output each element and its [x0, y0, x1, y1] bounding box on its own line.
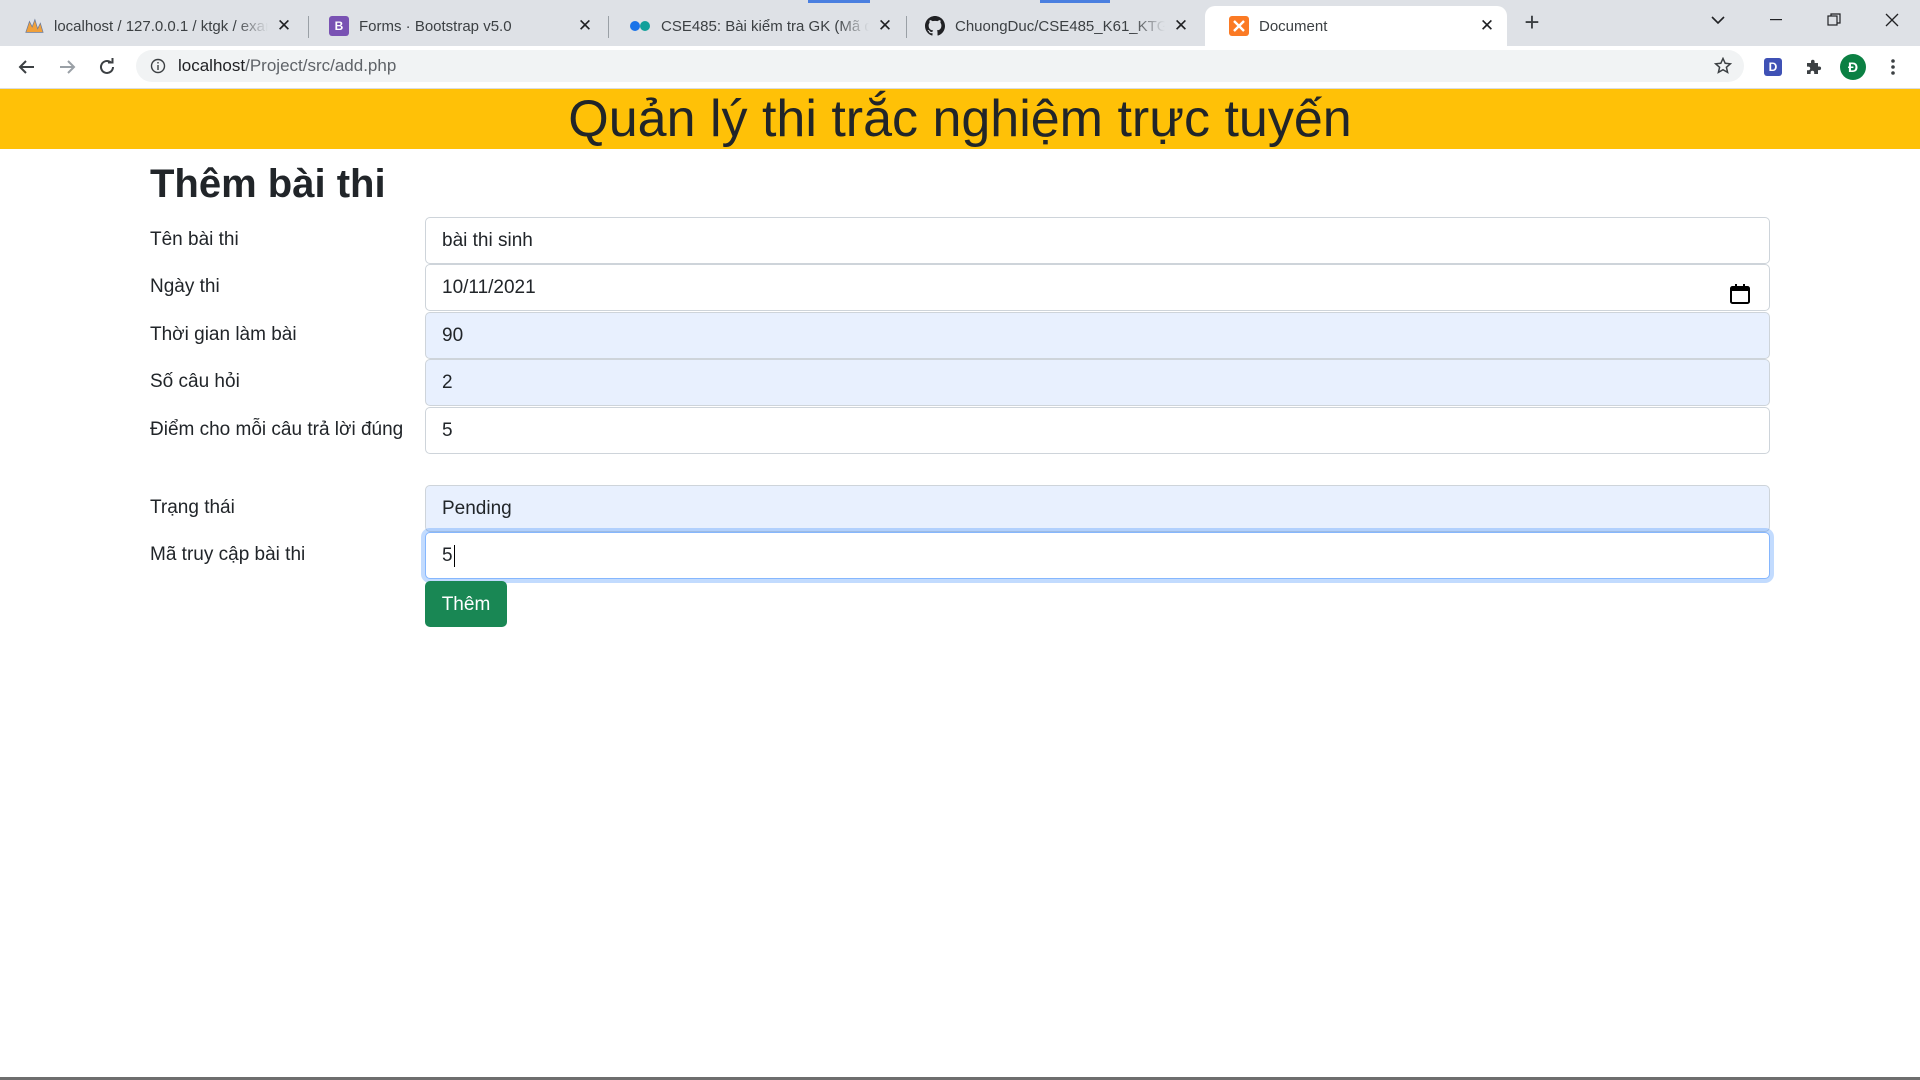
extensions-puzzle-icon[interactable] — [1798, 52, 1828, 82]
tab-cse485-exam[interactable]: CSE485: Bài kiểm tra GK (Mã đề 0 ✕ — [605, 6, 905, 46]
profile-avatar[interactable]: Đ — [1838, 52, 1868, 82]
url-host: localhost — [178, 56, 246, 75]
back-button[interactable] — [12, 52, 42, 82]
duration-input[interactable]: 90 — [425, 312, 1770, 359]
exam-name-label: Tên bài thi — [150, 229, 239, 250]
tab-bootstrap-forms[interactable]: B Forms · Bootstrap v5.0 ✕ — [305, 6, 605, 46]
xampp-icon — [1229, 16, 1249, 36]
close-icon[interactable]: ✕ — [1171, 16, 1191, 36]
tab-github-repo[interactable]: ChuongDuc/CSE485_K61_KTGK_1 ✕ — [901, 6, 1201, 46]
question-count-input[interactable]: 2 — [425, 359, 1770, 406]
question-count-label: Số câu hỏi — [150, 371, 240, 392]
browser-menu-icon[interactable] — [1878, 52, 1908, 82]
exam-date-label: Ngày thi — [150, 276, 220, 297]
points-label: Điểm cho mỗi câu trả lời đúng — [150, 419, 404, 440]
bookmark-star-icon[interactable] — [1714, 57, 1732, 75]
phpmyadmin-icon — [24, 16, 44, 36]
tab-loading-indicator — [808, 0, 870, 3]
address-bar[interactable]: localhost/Project/src/add.php — [136, 50, 1744, 82]
status-label: Trạng thái — [150, 497, 235, 518]
extension-d-badge: D — [1764, 58, 1782, 76]
tab-loading-indicator — [1040, 0, 1110, 3]
close-icon[interactable]: ✕ — [575, 16, 595, 36]
reload-button[interactable] — [92, 52, 122, 82]
exam-date-value: 10/11/2021 — [442, 277, 536, 298]
exam-date-input[interactable]: 10/11/2021 — [425, 264, 1770, 311]
status-input[interactable]: Pending — [425, 485, 1770, 532]
close-icon[interactable]: ✕ — [274, 16, 294, 36]
restore-button[interactable] — [1806, 0, 1862, 40]
calendar-icon[interactable] — [1729, 277, 1751, 304]
new-tab-button[interactable]: + — [1518, 7, 1546, 37]
minimize-button[interactable] — [1748, 0, 1804, 40]
tab-title: Forms · Bootstrap v5.0 — [359, 17, 512, 35]
page-header-banner: Quản lý thi trắc nghiệm trực tuyến — [0, 89, 1920, 149]
url-path: /Project/src/add.php — [245, 56, 397, 75]
form-title: Thêm bài thi — [150, 162, 386, 206]
access-code-value: 5 — [442, 545, 453, 566]
browser-tab-strip: localhost / 127.0.0.1 / ktgk / exam ✕ B … — [0, 0, 1920, 46]
tab-title: CSE485: Bài kiểm tra GK (Mã đề 0 — [661, 17, 869, 35]
exam-name-input[interactable]: bài thi sinh — [425, 217, 1770, 264]
url-text: localhost/Project/src/add.php — [178, 56, 396, 76]
tab-document[interactable]: Document ✕ — [1205, 6, 1507, 46]
access-code-input[interactable]: 5 — [425, 532, 1770, 579]
duration-label: Thời gian làm bài — [150, 324, 297, 345]
tab-phpmyadmin[interactable]: localhost / 127.0.0.1 / ktgk / exam ✕ — [0, 6, 304, 46]
page-header-title: Quản lý thi trắc nghiệm trực tuyến — [568, 90, 1352, 148]
tab-title: localhost / 127.0.0.1 / ktgk / exam — [54, 17, 268, 35]
access-code-label: Mã truy cập bài thi — [150, 544, 306, 565]
site-info-icon[interactable] — [150, 58, 166, 74]
tab-search-button[interactable] — [1690, 0, 1746, 40]
text-caret — [453, 544, 455, 567]
close-icon[interactable]: ✕ — [1477, 16, 1497, 36]
add-exam-button[interactable]: Thêm — [425, 581, 507, 627]
forward-button[interactable] — [52, 52, 82, 82]
tab-title: ChuongDuc/CSE485_K61_KTGK_1 — [955, 17, 1165, 35]
tab-title: Document — [1259, 17, 1328, 35]
close-icon[interactable]: ✕ — [875, 16, 895, 36]
extension-d-icon[interactable]: D — [1758, 52, 1788, 82]
browser-toolbar: localhost/Project/src/add.php D Đ — [0, 46, 1920, 89]
avatar: Đ — [1840, 54, 1866, 80]
github-icon — [925, 16, 945, 36]
google-meet-icon — [629, 16, 651, 36]
close-window-button[interactable] — [1864, 0, 1920, 40]
bootstrap-icon: B — [329, 16, 349, 36]
points-input[interactable]: 5 — [425, 407, 1770, 454]
